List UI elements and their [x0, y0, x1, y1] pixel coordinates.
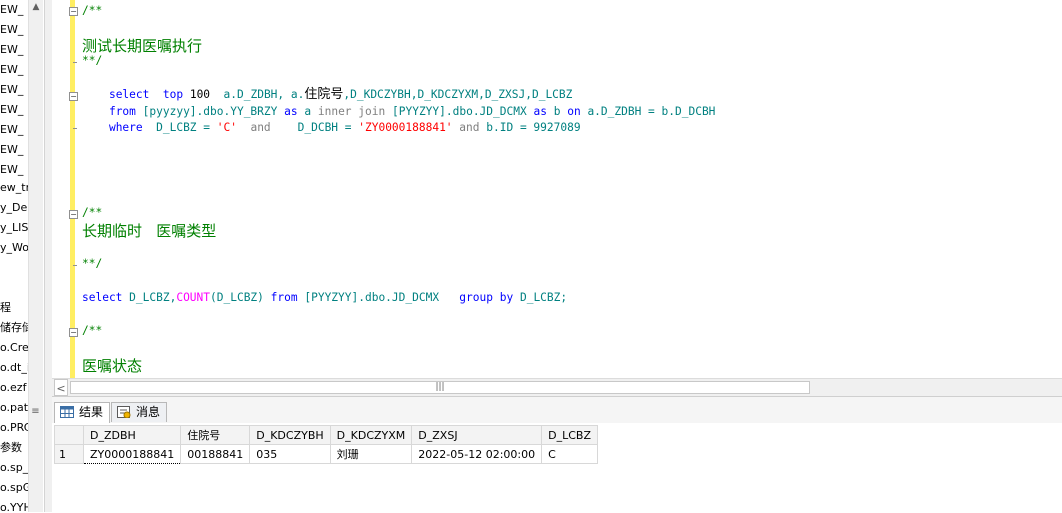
comment-text: 医嘱状态 [82, 357, 143, 375]
query2-line: select D_LCBZ,COUNT(D_LCBZ) from [PYYZYY… [82, 291, 568, 304]
explorer-item[interactable]: y_Dep [0, 198, 30, 217]
comment-open: /** [82, 206, 103, 219]
comment-close: **/ [82, 54, 103, 67]
explorer-item[interactable]: o.ezf [0, 378, 30, 397]
explorer-item[interactable]: EW_ [0, 160, 30, 179]
query1-line3: where D_LCBZ = 'C' and D_DCBH = 'ZY00001… [108, 121, 581, 134]
row-number[interactable]: 1 [54, 444, 84, 464]
fold-collapse-icon[interactable]: − [69, 7, 78, 16]
explorer-item[interactable]: o.Cre [0, 338, 30, 357]
explorer-item[interactable] [0, 278, 30, 297]
grid-results-icon [60, 406, 74, 418]
messages-icon [117, 406, 131, 418]
grid-cell[interactable]: ZY0000188841 [82, 444, 182, 464]
fold-collapse-icon[interactable]: − [69, 92, 78, 101]
results-grid[interactable]: D_ZDBH 住院号 D_KDCZYBH D_KDCZYXM D_ZXSJ D_… [54, 425, 598, 464]
grid-cell[interactable]: 035 [249, 444, 331, 464]
explorer-item[interactable]: EW_ [0, 40, 30, 59]
explorer-item[interactable]: o.pat [0, 398, 30, 417]
tab-results[interactable]: 结果 [54, 402, 111, 423]
explorer-item[interactable]: y_Wo [0, 238, 30, 257]
column-header[interactable]: D_ZDBH [82, 425, 182, 445]
explorer-item[interactable]: EW_ [0, 120, 30, 139]
object-explorer-scrollbar[interactable]: ▲ ≡ [28, 0, 43, 512]
explorer-item[interactable]: 储存储 [0, 318, 30, 337]
editor-horizontal-scrollbar[interactable]: < ||| [52, 378, 1062, 396]
query1-line1: select top 100 a.D_ZDBH, a.住院号,D_KDCZYBH… [108, 87, 573, 102]
explorer-item[interactable]: EW_ [0, 80, 30, 99]
explorer-item[interactable]: 程 [0, 298, 30, 317]
results-pane: 结果 消息 D_ZDBH 住院号 D_KDCZYBH D_KDCZYXM D_Z… [52, 396, 1062, 513]
explorer-item[interactable]: EW_ [0, 0, 30, 19]
grid-header-row: D_ZDBH 住院号 D_KDCZYBH D_KDCZYXM D_ZXSJ D_… [54, 425, 598, 445]
tab-messages[interactable]: 消息 [111, 402, 168, 422]
results-tabs: 结果 消息 [52, 397, 1062, 423]
grid-cell[interactable]: 2022-05-12 02:00:00 [411, 444, 543, 464]
change-tracking-bar [70, 0, 75, 378]
explorer-item[interactable]: o.dt_i [0, 358, 30, 377]
scroll-up-icon[interactable]: ▲ [29, 0, 43, 14]
explorer-item[interactable]: EW_ [0, 60, 30, 79]
comment-close: **/ [82, 257, 103, 270]
explorer-item[interactable]: o.PRC [0, 418, 30, 437]
comment-text: 长期临时 医嘱类型 [82, 222, 217, 240]
fold-collapse-icon[interactable]: − [69, 210, 78, 219]
grid-cell[interactable]: 00188841 [180, 444, 251, 464]
explorer-item[interactable]: EW_ [0, 140, 30, 159]
tab-results-label: 结果 [79, 405, 104, 419]
explorer-item[interactable]: o.sp_ [0, 458, 30, 477]
scroll-grip-icon[interactable]: ≡ [30, 402, 41, 422]
explorer-item[interactable]: o.spG [0, 478, 30, 497]
scroll-thumb[interactable]: ||| [70, 381, 810, 394]
column-header[interactable]: 住院号 [180, 425, 251, 445]
explorer-item[interactable] [0, 258, 30, 277]
table-row[interactable]: 1 ZY0000188841 00188841 035 刘珊 2022-05-1… [54, 444, 598, 464]
object-explorer: EW_EW_EW_EW_EW_EW_EW_EW_EW_ew_try_Depy_L… [0, 0, 44, 512]
scroll-grip-icon: ||| [435, 382, 445, 392]
column-header[interactable]: D_LCBZ [541, 425, 598, 445]
comment-open: /** [82, 324, 103, 337]
scroll-left-icon[interactable]: < [54, 379, 68, 396]
explorer-item[interactable]: o.YYH [0, 498, 30, 512]
column-header[interactable]: D_KDCZYBH [249, 425, 331, 445]
sql-editor[interactable]: − /** 测试长期医嘱执行 **/ − select top 100 a.D_… [52, 0, 1062, 378]
fold-collapse-icon[interactable]: − [69, 328, 78, 337]
grid-cell[interactable]: C [541, 444, 598, 464]
explorer-item[interactable]: EW_ [0, 100, 30, 119]
tab-messages-label: 消息 [136, 405, 161, 419]
explorer-item[interactable]: 参数 [0, 438, 30, 457]
row-number-header[interactable] [54, 425, 84, 445]
comment-open: /** [82, 4, 103, 17]
explorer-item[interactable]: EW_ [0, 20, 30, 39]
explorer-item[interactable]: ew_tr [0, 178, 30, 197]
grid-cell[interactable]: 刘珊 [329, 444, 413, 464]
column-header[interactable]: D_ZXSJ [411, 425, 543, 445]
query1-line2: from [pyyzyy].dbo.YY_BRZY as a inner joi… [108, 105, 716, 118]
explorer-item[interactable]: y_LIS [0, 218, 30, 237]
column-header[interactable]: D_KDCZYXM [329, 425, 413, 445]
